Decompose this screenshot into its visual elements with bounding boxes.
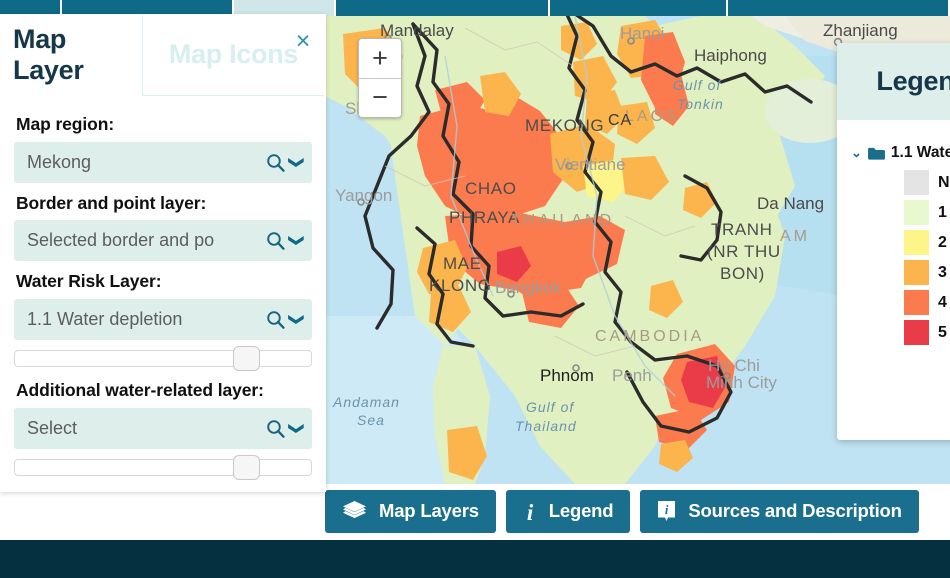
legend-item: 2 [904, 230, 950, 255]
select-value: Mekong [27, 151, 92, 172]
slider-knob[interactable] [233, 454, 261, 480]
select-1[interactable]: Mekong ❯ [14, 141, 312, 183]
legend-color-swatch [904, 320, 929, 345]
search-icon[interactable] [266, 153, 286, 172]
legend-color-swatch [904, 290, 929, 315]
nav-segment-5[interactable] [550, 0, 728, 16]
legend-color-swatch [904, 170, 929, 195]
legend-item-label: 2 [938, 233, 947, 251]
opacity-slider[interactable] [14, 345, 312, 371]
field-label: Border and point layer: [16, 192, 207, 213]
legend-header: Legend [837, 43, 950, 120]
document-info-icon: i [657, 500, 676, 522]
select-value: Selected border and po [27, 230, 215, 251]
search-icon[interactable] [266, 231, 286, 251]
toolbar-button-label: Map Layers [379, 500, 479, 521]
info-italic-icon: i [523, 499, 537, 523]
nav-segment-6[interactable] [728, 0, 950, 16]
legend-item-label: 3 [938, 263, 947, 281]
legend-item-label: 4 [938, 293, 947, 311]
layers-icon [343, 501, 366, 519]
legend-color-swatch [904, 260, 929, 285]
toolbar-left-filler [0, 492, 325, 540]
legend-item: N [904, 170, 950, 195]
toolbar-button-label: Sources and Description [688, 500, 902, 521]
legend-item-label: 5 [938, 323, 947, 341]
legend-item: 1 [904, 200, 950, 225]
select-value: 1.1 Water depletion [27, 308, 183, 329]
svg-text:i: i [527, 500, 534, 523]
chevron-down-icon[interactable]: ❯ [288, 313, 305, 326]
legend-group-row[interactable]: ⌄ 1.1 Wate [851, 144, 950, 162]
legend-title: Legend [876, 66, 950, 96]
tab-map-layer[interactable]: Map Layer [0, 14, 142, 96]
select-controls[interactable]: ❯ [266, 220, 305, 261]
zoom-in-button[interactable]: + [359, 39, 401, 79]
select-4[interactable]: Select ❯ [14, 407, 312, 449]
legend-item-label: 1 [938, 203, 947, 221]
legend-item-label: N [938, 173, 950, 191]
legend-item: 4 [904, 290, 950, 315]
field-label: Map region: [16, 114, 115, 134]
app-root: Mandalay Zhanjiang Hanoi Haiphong Gulf of Ton… [0, 0, 950, 578]
legend-panel: Legend ⌄ 1.1 Wate N 1 2 3 4 5 [837, 43, 950, 440]
nav-segment-4[interactable] [336, 0, 550, 16]
select-controls[interactable]: ❯ [266, 408, 305, 449]
map-zoom-control[interactable]: + − [358, 38, 402, 118]
footer-bar [0, 540, 950, 578]
close-icon[interactable]: × [290, 28, 316, 54]
select-value: Select [27, 417, 78, 438]
chevron-down-icon[interactable]: ❯ [288, 156, 305, 169]
select-controls[interactable]: ❯ [266, 142, 305, 183]
opacity-slider[interactable] [14, 454, 312, 480]
map-layer-fields: Map region: Mekong ❯ Border and point layer… [0, 96, 326, 480]
legend-item-list: N 1 2 3 4 5 [851, 170, 950, 345]
legend-color-swatch [904, 200, 929, 225]
search-icon[interactable] [266, 419, 286, 438]
legend-color-swatch [904, 230, 929, 255]
document-info-icon: i [658, 501, 676, 521]
field-label: Additional water-related layer: [16, 379, 264, 400]
select-controls[interactable]: ❯ [266, 299, 305, 340]
legend-item: 3 [904, 260, 950, 285]
toolbar-button-2[interactable]: i Legend [505, 489, 631, 533]
zoom-out-button[interactable]: − [359, 79, 401, 118]
slider-track[interactable] [14, 458, 312, 476]
map-layer-panel: Map Layer Map Icons × Map region: Mekong ❯… [0, 14, 326, 492]
legend-group-name: 1.1 Wate [890, 144, 950, 161]
legend-body: ⌄ 1.1 Wate N 1 2 3 4 5 [837, 120, 950, 345]
toolbar-button-3[interactable]: i Sources and Description [640, 489, 919, 533]
folder-icon [867, 147, 885, 160]
toolbar-button-label: Legend [548, 500, 614, 521]
search-icon[interactable] [266, 310, 286, 329]
chevron-down-icon[interactable]: ❯ [288, 234, 305, 247]
bottom-toolbar: Map Layers i Legend i Sources and Descriptio… [325, 487, 950, 535]
select-2[interactable]: Selected border and po ❯ [14, 220, 312, 262]
legend-item: 5 [904, 320, 950, 345]
chevron-down-icon[interactable]: ❯ [288, 422, 305, 435]
toolbar-button-1[interactable]: Map Layers [325, 489, 496, 533]
info-italic-icon: i [527, 500, 534, 523]
chevron-down-icon[interactable]: ⌄ [851, 145, 862, 161]
select-3[interactable]: 1.1 Water depletion ❯ [14, 298, 312, 340]
slider-knob[interactable] [233, 345, 261, 371]
slider-track[interactable] [14, 349, 312, 367]
layers-icon [342, 500, 367, 522]
panel-tab-row: Map Layer Map Icons × [0, 14, 326, 96]
field-label: Water Risk Layer: [16, 271, 162, 292]
